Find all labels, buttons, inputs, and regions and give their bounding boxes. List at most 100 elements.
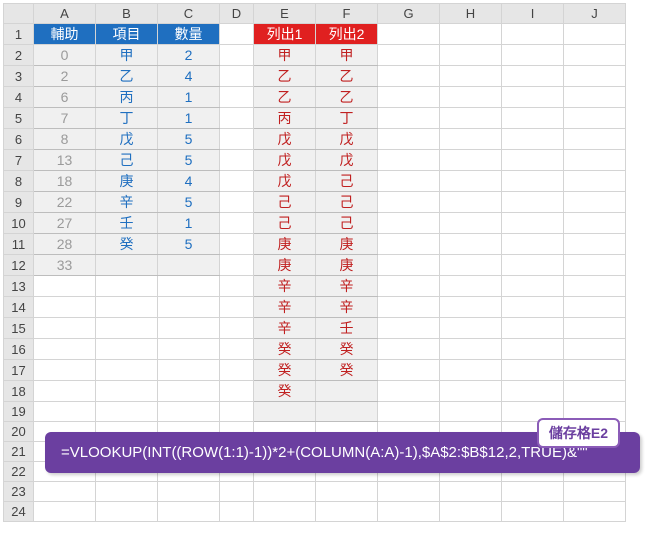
cell-J9[interactable] [564, 192, 626, 213]
cell-H14[interactable] [440, 297, 502, 318]
cell-E24[interactable] [254, 502, 316, 522]
cell-B14[interactable] [96, 297, 158, 318]
cell-E18[interactable]: 癸 [254, 381, 316, 402]
cell-C7[interactable]: 5 [158, 150, 220, 171]
cell-I14[interactable] [502, 297, 564, 318]
cell-F14[interactable]: 辛 [316, 297, 378, 318]
cell-C17[interactable] [158, 360, 220, 381]
row-header-17[interactable]: 17 [4, 360, 34, 381]
cell-C4[interactable]: 1 [158, 87, 220, 108]
cell-J23[interactable] [564, 482, 626, 502]
cell-A10[interactable]: 27 [34, 213, 96, 234]
cell-A12[interactable]: 33 [34, 255, 96, 276]
row-header-14[interactable]: 14 [4, 297, 34, 318]
cell-I13[interactable] [502, 276, 564, 297]
cell-C5[interactable]: 1 [158, 108, 220, 129]
cell-F23[interactable] [316, 482, 378, 502]
cell-J1[interactable] [564, 24, 626, 45]
cell-E6[interactable]: 戊 [254, 129, 316, 150]
cell-A18[interactable] [34, 381, 96, 402]
row-header-20[interactable]: 20 [4, 422, 34, 442]
cell-G17[interactable] [378, 360, 440, 381]
cell-H24[interactable] [440, 502, 502, 522]
cell-J8[interactable] [564, 171, 626, 192]
cell-H23[interactable] [440, 482, 502, 502]
cell-H17[interactable] [440, 360, 502, 381]
cell-D5[interactable] [220, 108, 254, 129]
row-header-3[interactable]: 3 [4, 66, 34, 87]
cell-J18[interactable] [564, 381, 626, 402]
cell-H12[interactable] [440, 255, 502, 276]
cell-H16[interactable] [440, 339, 502, 360]
cell-H8[interactable] [440, 171, 502, 192]
cell-I7[interactable] [502, 150, 564, 171]
cell-J15[interactable] [564, 318, 626, 339]
cell-J7[interactable] [564, 150, 626, 171]
cell-F16[interactable]: 癸 [316, 339, 378, 360]
cell-I17[interactable] [502, 360, 564, 381]
cell-C16[interactable] [158, 339, 220, 360]
col-header-D[interactable]: D [220, 4, 254, 24]
cell-C11[interactable]: 5 [158, 234, 220, 255]
cell-G12[interactable] [378, 255, 440, 276]
cell-F5[interactable]: 丁 [316, 108, 378, 129]
cell-I24[interactable] [502, 502, 564, 522]
cell-G15[interactable] [378, 318, 440, 339]
cell-H5[interactable] [440, 108, 502, 129]
cell-I6[interactable] [502, 129, 564, 150]
cell-C2[interactable]: 2 [158, 45, 220, 66]
row-header-7[interactable]: 7 [4, 150, 34, 171]
cell-J4[interactable] [564, 87, 626, 108]
cell-H9[interactable] [440, 192, 502, 213]
cell-B5[interactable]: 丁 [96, 108, 158, 129]
cell-H2[interactable] [440, 45, 502, 66]
cell-J13[interactable] [564, 276, 626, 297]
cell-F10[interactable]: 己 [316, 213, 378, 234]
cell-I5[interactable] [502, 108, 564, 129]
cell-G1[interactable] [378, 24, 440, 45]
cell-B19[interactable] [96, 402, 158, 422]
cell-B13[interactable] [96, 276, 158, 297]
cell-F11[interactable]: 庚 [316, 234, 378, 255]
cell-F15[interactable]: 壬 [316, 318, 378, 339]
col-header-B[interactable]: B [96, 4, 158, 24]
cell-A24[interactable] [34, 502, 96, 522]
cell-J14[interactable] [564, 297, 626, 318]
cell-H1[interactable] [440, 24, 502, 45]
cell-A9[interactable]: 22 [34, 192, 96, 213]
cell-F2[interactable]: 甲 [316, 45, 378, 66]
col-header-C[interactable]: C [158, 4, 220, 24]
row-header-9[interactable]: 9 [4, 192, 34, 213]
cell-G2[interactable] [378, 45, 440, 66]
col-header-G[interactable]: G [378, 4, 440, 24]
cell-B3[interactable]: 乙 [96, 66, 158, 87]
cell-D11[interactable] [220, 234, 254, 255]
cell-F1[interactable]: 列出2 [316, 24, 378, 45]
cell-A11[interactable]: 28 [34, 234, 96, 255]
col-header-J[interactable]: J [564, 4, 626, 24]
cell-E14[interactable]: 辛 [254, 297, 316, 318]
cell-E1[interactable]: 列出1 [254, 24, 316, 45]
cell-C18[interactable] [158, 381, 220, 402]
cell-C6[interactable]: 5 [158, 129, 220, 150]
cell-A8[interactable]: 18 [34, 171, 96, 192]
row-header-12[interactable]: 12 [4, 255, 34, 276]
cell-C12[interactable] [158, 255, 220, 276]
cell-E11[interactable]: 庚 [254, 234, 316, 255]
cell-G18[interactable] [378, 381, 440, 402]
cell-F17[interactable]: 癸 [316, 360, 378, 381]
cell-G14[interactable] [378, 297, 440, 318]
cell-A19[interactable] [34, 402, 96, 422]
cell-C1[interactable]: 數量 [158, 24, 220, 45]
cell-C19[interactable] [158, 402, 220, 422]
cell-E16[interactable]: 癸 [254, 339, 316, 360]
cell-B7[interactable]: 己 [96, 150, 158, 171]
cell-B8[interactable]: 庚 [96, 171, 158, 192]
cell-E13[interactable]: 辛 [254, 276, 316, 297]
cell-H18[interactable] [440, 381, 502, 402]
row-header-8[interactable]: 8 [4, 171, 34, 192]
cell-B16[interactable] [96, 339, 158, 360]
row-header-6[interactable]: 6 [4, 129, 34, 150]
cell-F6[interactable]: 戊 [316, 129, 378, 150]
cell-A6[interactable]: 8 [34, 129, 96, 150]
